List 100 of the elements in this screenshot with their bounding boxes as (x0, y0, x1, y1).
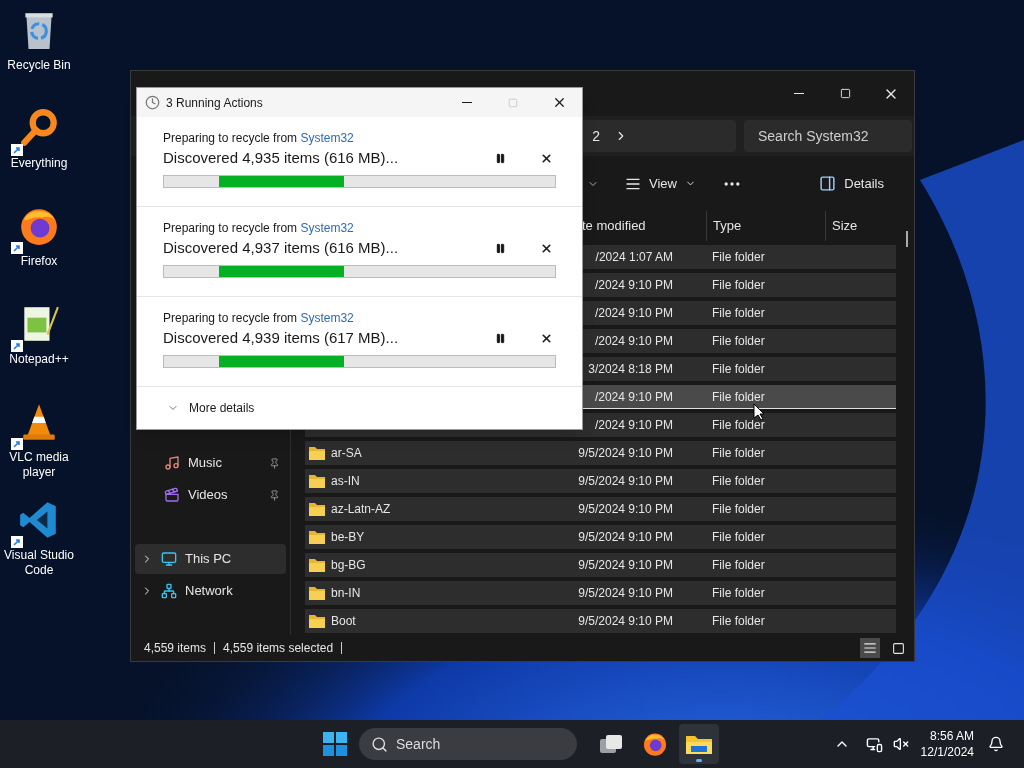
action-description: Preparing to recycle from System32 (163, 130, 355, 147)
shortcut-arrow-icon (11, 144, 23, 156)
type-cell: File folder (712, 250, 765, 264)
file-name: ar-SA (331, 445, 362, 462)
list-icon (863, 641, 877, 655)
column-header[interactable]: te modified (582, 218, 646, 234)
date-cell: 9/5/2024 9:10 PM (578, 558, 673, 572)
file-name: az-Latn-AZ (331, 501, 391, 518)
file-row[interactable]: az-Latn-AZ 9/5/2024 9:10 PM File folder (305, 497, 896, 521)
type-cell: File folder (712, 530, 765, 544)
desktop-shortcut[interactable]: Visual Studio Code (0, 498, 78, 596)
maximize-icon (839, 88, 851, 99)
file-row[interactable]: as-IN 9/5/2024 9:10 PM File folder (305, 469, 896, 493)
pin-icon (269, 489, 280, 501)
taskbar-search-field[interactable]: Search (359, 728, 577, 760)
column-header[interactable]: Size (832, 216, 858, 236)
details-view-button[interactable] (860, 638, 880, 658)
sidebar-label: Videos (188, 486, 229, 505)
network-status-icon[interactable] (865, 735, 883, 753)
date-cell: 3/2024 8:18 PM (588, 362, 673, 376)
desktop-shortcut[interactable]: VLC media player (0, 400, 78, 498)
firefox-icon (642, 731, 668, 757)
film-icon (164, 487, 180, 503)
date-cell: /2024 1:07 AM (595, 250, 673, 264)
shortcut-label: Notepad++ (9, 352, 69, 367)
type-cell: File folder (712, 446, 765, 460)
pause-icon (494, 332, 506, 344)
desktop-shortcut[interactable]: Everything (0, 106, 78, 204)
folder-icon (309, 586, 325, 600)
date-cell: /2024 9:10 PM (594, 334, 673, 348)
file-row[interactable]: be-BY 9/5/2024 9:10 PM File folder (305, 525, 896, 549)
music-note-icon (164, 455, 180, 471)
view-button[interactable]: View (619, 169, 702, 198)
type-cell: File folder (712, 502, 765, 516)
windows-logo-icon[interactable] (323, 732, 347, 756)
sidebar-label: This PC (185, 550, 233, 569)
sidebar-item[interactable]: Network (135, 576, 286, 606)
file-row[interactable]: ar-SA 9/5/2024 9:10 PM File folder (305, 441, 896, 465)
clock-date: 12/1/2024 (920, 744, 974, 760)
shortcut-label: Everything (10, 156, 68, 171)
dialog-title: 3 Running Actions (166, 94, 264, 112)
date-cell: 9/5/2024 9:10 PM (578, 446, 673, 460)
type-cell: File folder (712, 586, 765, 600)
source-link[interactable]: System32 (300, 221, 354, 235)
maximize-icon (508, 97, 518, 108)
file-row[interactable]: bn-IN 9/5/2024 9:10 PM File folder (305, 581, 896, 605)
desktop-shortcut[interactable]: Firefox (0, 204, 78, 302)
close-icon (539, 331, 553, 345)
type-cell: File folder (712, 278, 765, 292)
notification-bell-icon[interactable] (988, 736, 1004, 752)
file-name: bn-IN (331, 585, 361, 602)
date-cell: /2024 9:10 PM (594, 306, 673, 320)
sidebar-item[interactable]: Music (135, 448, 286, 478)
date-cell: /2024 9:10 PM (594, 278, 673, 292)
file-name: bg-BG (331, 557, 366, 574)
selected-count: 4,559 items selected (223, 640, 334, 657)
shortcut-arrow-icon (11, 340, 23, 352)
clock[interactable]: 8:56 AM 12/1/2024 (920, 728, 974, 760)
type-cell: File folder (712, 474, 765, 488)
file-name: be-BY (331, 529, 365, 546)
sidebar-label: Music (188, 454, 223, 473)
search-field[interactable]: Search System32 (744, 120, 912, 152)
file-row[interactable]: Boot 9/5/2024 9:10 PM File folder (305, 609, 896, 633)
column-header[interactable]: Type (713, 216, 742, 236)
source-link[interactable]: System32 (300, 131, 354, 145)
date-cell: 9/5/2024 9:10 PM (578, 474, 673, 488)
network-icon (161, 583, 177, 599)
type-cell: File folder (712, 558, 765, 572)
close-icon (539, 241, 553, 255)
mouse-cursor-icon (753, 403, 765, 421)
side-panel-icon (819, 175, 837, 192)
magnifier-icon (18, 107, 60, 149)
clock-time: 8:56 AM (929, 728, 974, 744)
taskbar-app-button[interactable] (679, 724, 719, 764)
pause-icon (494, 152, 506, 164)
address-segment[interactable]: 2 (592, 125, 600, 147)
action-description: Preparing to recycle from System32 (163, 220, 355, 237)
folder-icon (309, 474, 325, 488)
folder-icon (309, 446, 325, 460)
sidebar-item[interactable]: This PC (135, 544, 286, 574)
close-icon (539, 151, 553, 165)
shortcut-arrow-icon (11, 438, 23, 450)
shortcut-arrow-icon (11, 536, 23, 548)
minimize-icon (462, 102, 472, 103)
date-cell: 9/5/2024 9:10 PM (578, 614, 673, 628)
desktop-shortcut[interactable]: Notepad++ (0, 302, 78, 400)
file-row[interactable]: bg-BG 9/5/2024 9:10 PM File folder (305, 553, 896, 577)
desktop-shortcut[interactable]: Recycle Bin (0, 8, 78, 106)
type-cell: File folder (712, 334, 765, 348)
details-pane-button[interactable]: Details (811, 169, 892, 198)
date-cell: 9/5/2024 9:10 PM (578, 586, 673, 600)
folder-icon (309, 530, 325, 544)
shortcut-label: Firefox (20, 254, 58, 269)
muted-speaker-icon[interactable] (892, 736, 909, 752)
date-cell: /2024 9:10 PM (594, 418, 673, 432)
sidebar-item[interactable]: Videos (135, 480, 286, 510)
shortcut-label: Recycle Bin (7, 58, 71, 73)
file-name: Boot (331, 613, 356, 630)
date-cell: 9/5/2024 9:10 PM (578, 530, 673, 544)
clock-icon (145, 95, 160, 110)
